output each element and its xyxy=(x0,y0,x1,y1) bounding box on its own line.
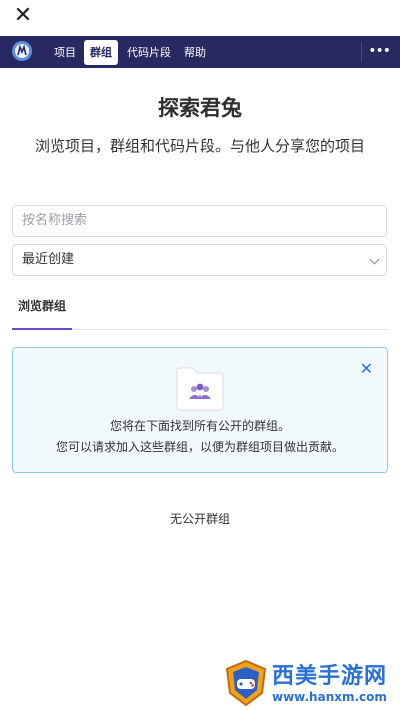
gamepad-shield-logo xyxy=(225,659,267,707)
nav-item-snippets[interactable]: 代码片段 xyxy=(121,40,177,65)
nav-item-projects[interactable]: 项目 xyxy=(48,40,82,65)
sort-select-value: 最近创建 xyxy=(22,252,75,267)
watermark-url: www.hanxm.com xyxy=(272,690,387,704)
page-title: 探索君兔 xyxy=(158,96,242,120)
tab-browse-groups[interactable]: 浏览群组 xyxy=(12,286,72,330)
watermark: 西美手游网 www.hanxm.com xyxy=(222,654,400,710)
app-logo-icon[interactable] xyxy=(11,40,33,62)
group-folder-icon xyxy=(176,367,224,411)
alert-text-line-1: 您将在下面找到所有公开的群组。 xyxy=(109,419,290,433)
search-input[interactable]: 按名称搜索 xyxy=(12,205,387,237)
chevron-down-icon xyxy=(369,254,380,265)
nav-item-help[interactable]: 帮助 xyxy=(178,40,212,65)
top-navbar: 项目 群组 代码片段 帮助 ••• xyxy=(0,36,400,68)
tab-bar: 浏览群组 xyxy=(12,286,389,330)
sort-select[interactable]: 最近创建 xyxy=(12,244,387,276)
watermark-text: 西美手游网 xyxy=(272,664,388,689)
empty-state-message: 无公开群组 xyxy=(169,512,230,526)
more-menu-icon[interactable]: ••• xyxy=(368,40,391,64)
close-icon[interactable]: ✕ xyxy=(11,4,35,28)
nav-item-groups[interactable]: 群组 xyxy=(84,40,118,65)
alert-text-line-2: 您可以请求加入这些群组，以便为群组项目做出贡献。 xyxy=(55,440,344,454)
nav-divider xyxy=(361,42,362,62)
alert-close-icon[interactable]: ✕ xyxy=(360,360,373,378)
webview-topbar: ✕ xyxy=(0,0,400,34)
page-subtitle: 浏览项目，群组和代码片段。与他人分享您的项目 xyxy=(34,137,365,155)
info-alert: ✕ 您将在下面找到所有公开的群组。 您可以请求加入这些群组，以便为群组项目做出贡… xyxy=(12,347,388,473)
